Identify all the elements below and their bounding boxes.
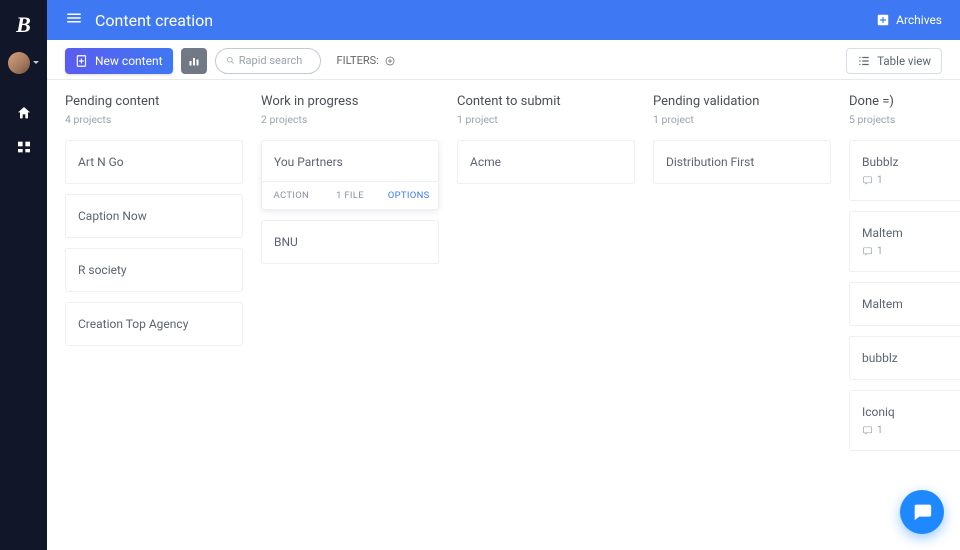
list-icon (857, 54, 871, 68)
column-count: 5 projects (849, 113, 960, 126)
card[interactable]: Iconiq 1 (849, 390, 960, 451)
menu-toggle[interactable] (65, 9, 83, 31)
column-title: Content to submit (457, 94, 635, 109)
card[interactable]: R society (65, 248, 243, 292)
card-title: bubblz (862, 351, 956, 365)
new-doc-icon (75, 54, 89, 68)
kanban-board: Pending content 4 projects Art N Go Caption… (65, 80, 960, 550)
home-icon (16, 105, 32, 121)
card-options[interactable]: OPTIONS (379, 182, 438, 209)
new-content-label: New content (95, 54, 163, 68)
card[interactable]: Maltem (849, 282, 960, 326)
card[interactable]: Distribution First (653, 140, 831, 184)
card-title: Maltem (862, 297, 956, 311)
column-count: 1 project (457, 113, 635, 126)
card-title: Distribution First (666, 155, 818, 169)
column-title: Pending validation (653, 94, 831, 109)
card-action[interactable]: ACTION (262, 182, 321, 209)
card-title: Bubblz (862, 155, 956, 169)
board-column: Work in progress 2 projects You Partners AC… (261, 80, 439, 550)
archive-icon (876, 13, 890, 27)
filters-label: FILTERS: (337, 54, 379, 67)
search-icon (226, 55, 235, 66)
search-input[interactable] (239, 54, 310, 67)
page-title: Content creation (95, 11, 876, 30)
board-column: Content to submit 1 project Acme (457, 80, 635, 550)
card-title: Art N Go (78, 155, 230, 169)
card-title: BNU (274, 235, 426, 249)
plus-circle-icon (384, 55, 396, 67)
card[interactable]: Creation Top Agency (65, 302, 243, 346)
card-title: R society (78, 263, 230, 277)
column-count: 4 projects (65, 113, 243, 126)
filters-toggle[interactable]: FILTERS: (337, 54, 396, 67)
chat-button[interactable] (900, 490, 944, 534)
chart-icon (188, 55, 200, 67)
card-title: Maltem (862, 226, 956, 240)
column-title: Work in progress (261, 94, 439, 109)
card[interactable]: Acme (457, 140, 635, 184)
card-title: Caption Now (78, 209, 230, 223)
card[interactable]: You Partners ACTION1 FILEOPTIONS (261, 140, 439, 210)
chat-icon (911, 501, 933, 523)
new-content-button[interactable]: New content (65, 48, 173, 74)
toolbar: New content FILTERS: Table view (47, 42, 960, 80)
archives-button[interactable]: Archives (876, 13, 942, 27)
board-column: Pending content 4 projects Art N Go Caption… (65, 80, 243, 550)
comment-icon (862, 175, 873, 186)
card-comments: 1 (862, 175, 956, 186)
app-logo: B (16, 12, 31, 38)
table-view-button[interactable]: Table view (846, 48, 942, 74)
comment-icon (862, 246, 873, 257)
card[interactable]: bubblz (849, 336, 960, 380)
left-nav-rail: B (0, 0, 47, 550)
column-title: Done =) (849, 94, 960, 109)
card-title: Creation Top Agency (78, 317, 230, 331)
archives-label: Archives (896, 13, 942, 27)
avatar (8, 52, 30, 74)
card[interactable]: Art N Go (65, 140, 243, 184)
card-comments: 1 (862, 425, 956, 436)
card[interactable]: Bubblz 1 (849, 140, 960, 201)
chevron-down-icon (32, 59, 40, 67)
stats-button[interactable] (181, 48, 207, 74)
user-menu[interactable] (8, 52, 40, 74)
hamburger-icon (65, 9, 83, 27)
column-title: Pending content (65, 94, 243, 109)
card-footer: ACTION1 FILEOPTIONS (262, 181, 438, 209)
search-box[interactable] (215, 48, 321, 74)
card[interactable]: BNU (261, 220, 439, 264)
nav-home[interactable] (0, 96, 47, 130)
card-title: You Partners (274, 155, 426, 169)
boards-icon (16, 139, 32, 155)
comment-icon (862, 425, 873, 436)
card-title: Acme (470, 155, 622, 169)
card[interactable]: Caption Now (65, 194, 243, 238)
column-count: 1 project (653, 113, 831, 126)
card-title: Iconiq (862, 405, 956, 419)
card-file[interactable]: 1 FILE (321, 182, 380, 209)
board-column: Done =) 5 projects Bubblz 1 Maltem 1 Maltem bub… (849, 80, 960, 550)
column-count: 2 projects (261, 113, 439, 126)
nav-boards[interactable] (0, 130, 47, 164)
table-view-label: Table view (877, 54, 931, 68)
board-column: Pending validation 1 project Distribution … (653, 80, 831, 550)
card[interactable]: Maltem 1 (849, 211, 960, 272)
page-header: Content creation Archives (47, 0, 960, 40)
card-comments: 1 (862, 246, 956, 257)
